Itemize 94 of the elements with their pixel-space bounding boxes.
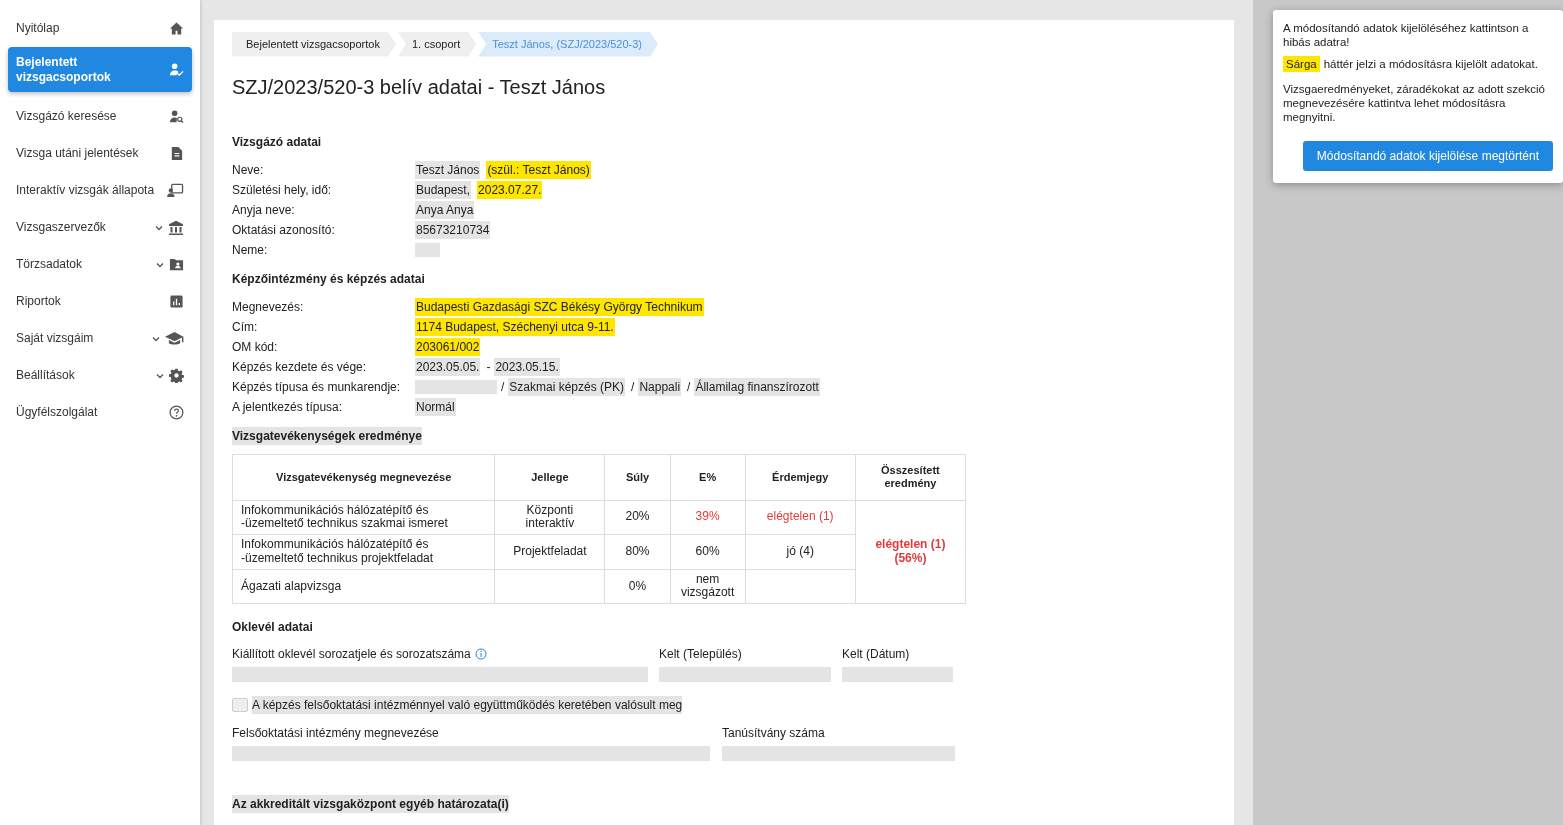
- field-label: A jelentkezés típusa:: [232, 398, 344, 416]
- field-label: Megnevezés:: [232, 298, 305, 316]
- table-cell: nem vizsgázott: [670, 569, 746, 604]
- field-value[interactable]: (szül.: Teszt János): [486, 160, 591, 179]
- table-cell: 80%: [605, 534, 671, 570]
- field-value[interactable]: 2023.07.27.: [477, 180, 543, 199]
- section-heading: Képzőintézmény és képzés adatai: [232, 270, 425, 288]
- field-label: Tanúsítvány száma: [722, 725, 825, 743]
- section-heading: Vizsgázó adatai: [232, 133, 322, 151]
- presentation-icon: [167, 183, 184, 198]
- separator-text: /: [501, 378, 505, 396]
- field-value[interactable]: 85673210734: [415, 220, 491, 239]
- field-value[interactable]: Anya Anya: [415, 200, 475, 219]
- document-icon: [169, 146, 184, 161]
- table-cell: Projektfeladat: [494, 534, 605, 570]
- checkbox-label[interactable]: A képzés felsőoktatási intézménnyel való együttműködés keretében valósult meg: [252, 696, 683, 715]
- field-label: Képzés típusa és munkarendje:: [232, 378, 402, 396]
- separator-text: /: [687, 378, 691, 396]
- instruction-text: háttér jelzi a módosításra kijelölt adatokat.: [1323, 57, 1538, 70]
- page-title: SZJ/2023/520-3 belív adatai - Teszt János: [232, 74, 607, 99]
- field-value[interactable]: Teszt János: [415, 160, 481, 179]
- table-cell: 20%: [605, 500, 671, 535]
- field-label: Anyja neve:: [232, 201, 296, 219]
- table-cell: 60%: [670, 534, 746, 570]
- column-header: Érdemjegy: [745, 454, 856, 500]
- field-label: Képzés kezdete és vége:: [232, 358, 368, 376]
- field-value[interactable]: 2023.05.05.: [415, 357, 481, 376]
- field-value[interactable]: Budapest,: [415, 180, 472, 199]
- separator-text: /: [631, 378, 635, 396]
- field-label: Kelt (Település): [659, 646, 742, 664]
- empty-value[interactable]: [415, 379, 497, 394]
- sidebar-item[interactable]: Vizsgázó keresése: [8, 98, 192, 135]
- field-label: Oktatási azonosító:: [232, 221, 336, 239]
- column-header: Összesített eredmény: [855, 454, 966, 500]
- field-value[interactable]: Budapesti Gazdasági SZC Békésy György Technikum: [415, 297, 704, 316]
- field-label: Neme:: [232, 241, 269, 259]
- breadcrumb-item[interactable]: Bejelentett vizsgacsoportok: [232, 32, 396, 57]
- help-icon: [169, 405, 184, 420]
- breadcrumb-item[interactable]: 1. csoport: [397, 32, 477, 57]
- summary-cell: elégtelen (1) (56%): [855, 500, 966, 604]
- field-value[interactable]: Államilag finanszírozott: [694, 377, 820, 396]
- sidebar-item[interactable]: Vizsga utáni jelentések: [8, 135, 192, 172]
- sidebar-item[interactable]: Interaktív vizsgák állapota: [8, 172, 192, 209]
- home-icon: [169, 21, 184, 36]
- instruction-text: Vizsgaeredményeket, záradékokat az adott szekció megnevezésére kattintva lehet módosításra megnyitni.: [1283, 83, 1546, 125]
- column-header: Jellege: [494, 454, 605, 500]
- field-label: OM kód:: [232, 338, 279, 356]
- table-cell: 0%: [605, 569, 671, 604]
- info-icon[interactable]: [474, 648, 487, 661]
- table-cell: Központi interaktív: [494, 500, 605, 535]
- empty-value[interactable]: [415, 242, 440, 257]
- table-cell: 39%: [670, 500, 746, 535]
- field-value[interactable]: 1174 Budapest, Széchenyi utca 9-11.: [415, 317, 615, 336]
- sidebar-item[interactable]: Riportok: [8, 283, 192, 320]
- instruction-text: A módosítandó adatok kijelöléséhez kattintson a hibás adatra!: [1283, 22, 1530, 50]
- section-heading[interactable]: Vizsgatevékenységek eredménye: [232, 426, 422, 445]
- sidebar-item[interactable]: Vizsgaszervezők: [8, 209, 192, 246]
- table-cell: elégtelen (1): [745, 500, 856, 535]
- user-search-icon: [169, 109, 184, 124]
- field-value[interactable]: 2023.05.15.: [494, 357, 560, 376]
- sidebar-item[interactable]: Beállítások: [8, 357, 192, 394]
- separator-text: -: [486, 358, 491, 376]
- checkbox[interactable]: [232, 698, 248, 713]
- sidebar-item[interactable]: Bejelentett vizsgacsoportok: [8, 47, 192, 92]
- field-value[interactable]: 203061/002: [415, 337, 481, 356]
- field-label: Születési hely, idő:: [232, 181, 333, 199]
- field-label: Kelt (Dátum): [842, 646, 910, 664]
- field-value[interactable]: Normál: [415, 397, 456, 416]
- field-label: Neve:: [232, 161, 265, 179]
- sidebar-item[interactable]: Törzsadatok: [8, 246, 192, 283]
- field-value[interactable]: Szakmai képzés (PK): [508, 377, 626, 396]
- bank-icon: [168, 219, 184, 236]
- confirm-button[interactable]: Módosítandó adatok kijelölése megtörtént: [1302, 140, 1553, 171]
- highlight-sample: Sárga: [1283, 55, 1320, 72]
- column-header: Súly: [605, 454, 671, 500]
- field-label: Cím:: [232, 318, 259, 336]
- field-label: Felsőoktatási intézmény megnevezése: [232, 725, 439, 743]
- sidebar-item[interactable]: Saját vizsgáim: [8, 320, 192, 357]
- settings-icon: [169, 368, 184, 383]
- table-cell: Infokommunikációs hálózatépítő és -üzemeltető technikus szakmai ismeret: [232, 500, 495, 535]
- section-heading: Oklevél adatai: [232, 619, 313, 637]
- column-header: E%: [670, 454, 746, 500]
- table-cell: Infokommunikációs hálózatépítő és -üzemeltető technikus projektfeladat: [232, 534, 495, 570]
- section-heading[interactable]: Az akkreditált vizsgaközpont egyéb határozata(i): [232, 795, 509, 814]
- graduation-cap-icon: [165, 331, 184, 346]
- contact-folder-icon: [169, 257, 184, 272]
- field-value[interactable]: Nappali: [638, 377, 682, 396]
- bar-chart-icon: [169, 294, 184, 309]
- sidebar-item[interactable]: Ügyfélszolgálat: [8, 394, 192, 431]
- sidebar-item[interactable]: Nyitólap: [8, 10, 192, 47]
- field-label: Kiállított oklevél sorozatjele és sorozatszáma: [232, 646, 471, 664]
- user-check-icon: [169, 62, 184, 77]
- table-cell: Ágazati alapvizsga: [232, 569, 495, 604]
- column-header: Vizsgatevékenység megnevezése: [232, 454, 495, 500]
